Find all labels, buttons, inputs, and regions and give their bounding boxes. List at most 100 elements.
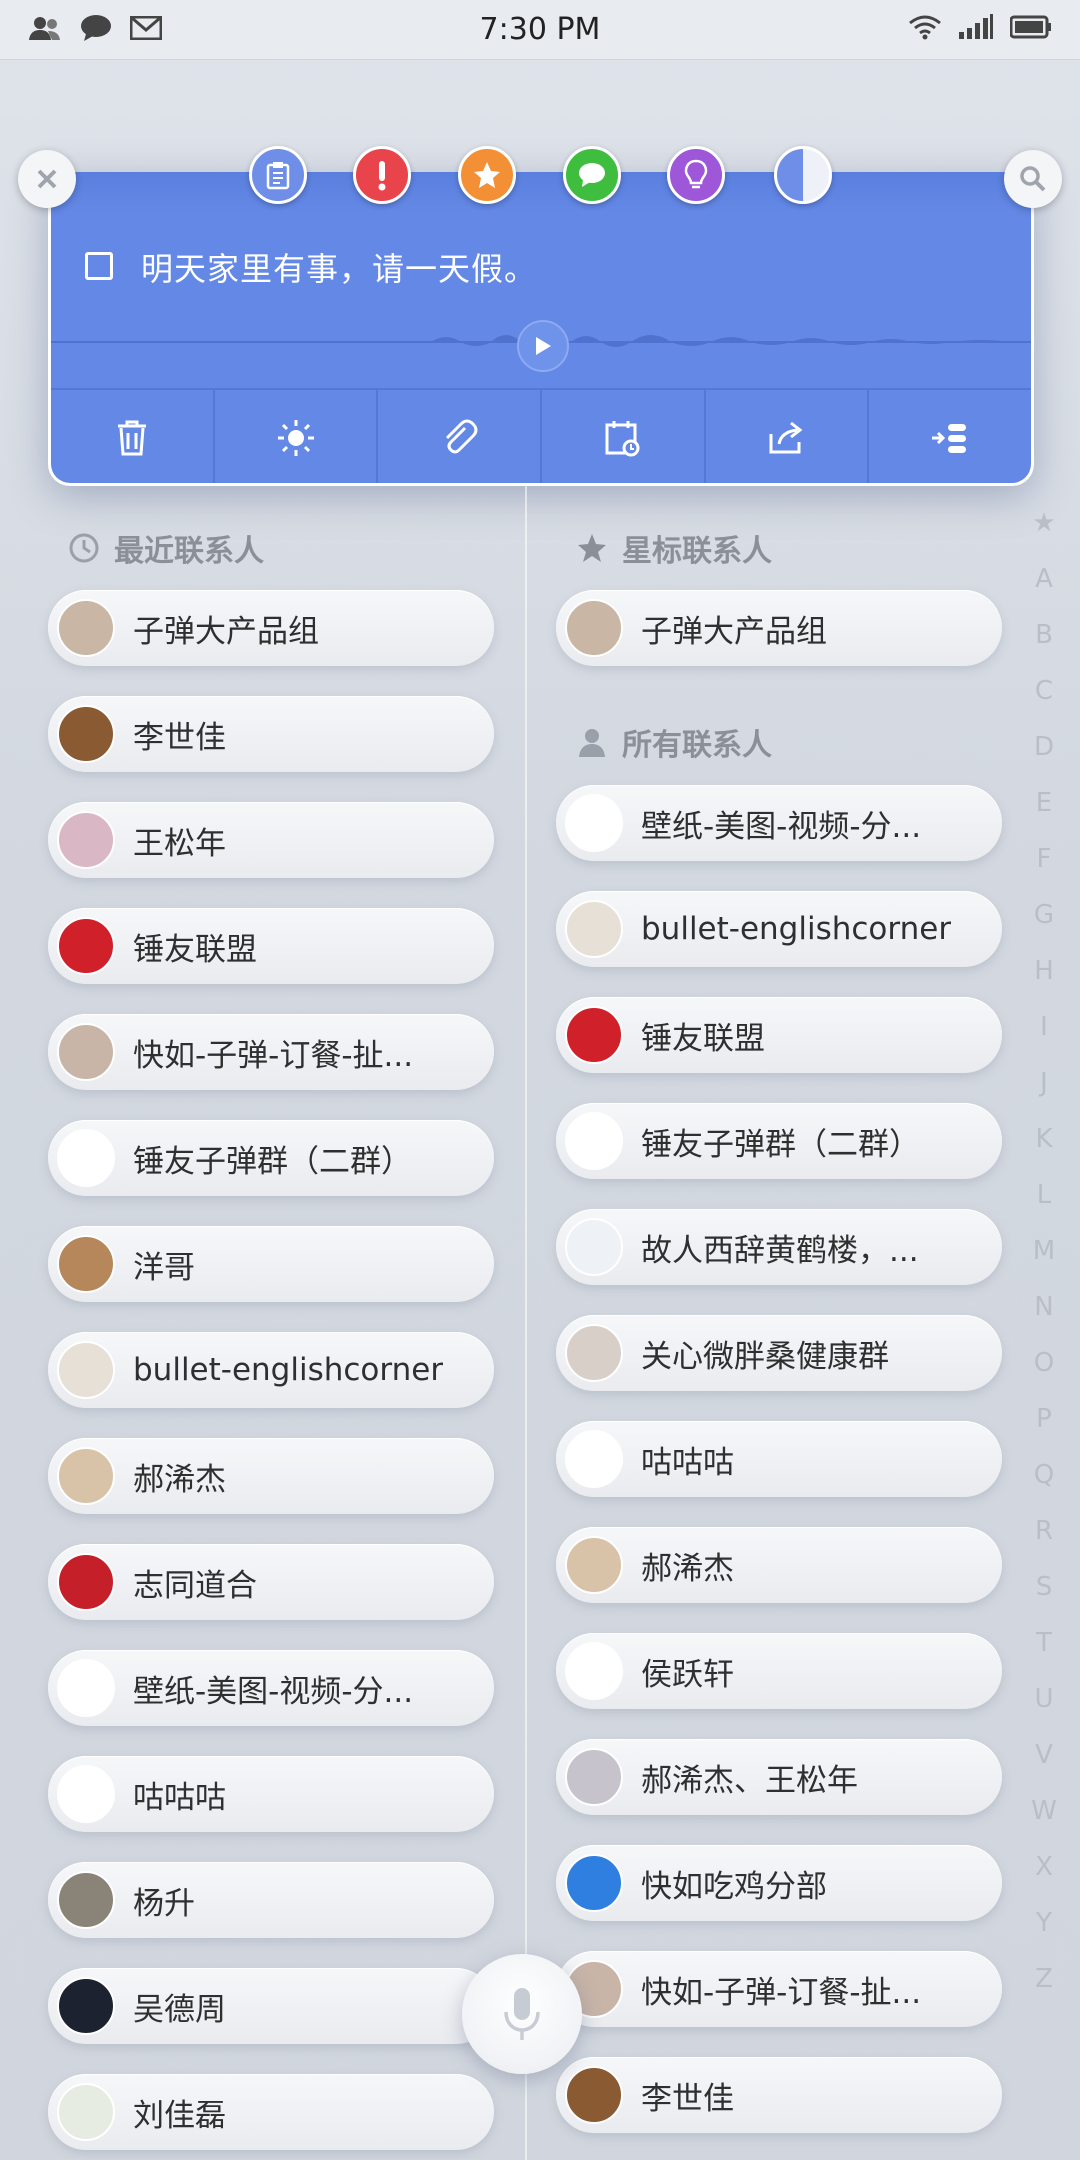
contact-item[interactable]: 快如-子弹-订餐-扯... — [556, 1951, 1002, 2027]
alphabet-letter[interactable]: G — [1024, 900, 1064, 956]
contact-name: 子弹大产品组 — [133, 613, 319, 650]
alphabet-letter[interactable]: E — [1024, 788, 1064, 844]
alphabet-letter[interactable]: V — [1024, 1740, 1064, 1796]
avatar — [565, 1112, 623, 1170]
contact-item[interactable]: bullet-englishcorner — [48, 1332, 494, 1408]
share-button[interactable] — [706, 390, 870, 483]
alphabet-letter[interactable]: R — [1024, 1516, 1064, 1572]
paperclip-icon — [446, 419, 478, 454]
battery-icon — [1009, 15, 1052, 43]
alphabet-letter[interactable]: Z — [1024, 1964, 1064, 2020]
contact-item[interactable]: 锤友子弹群（二群） — [48, 1120, 494, 1196]
contact-item[interactable]: 咕咕咕 — [48, 1756, 494, 1832]
alphabet-letter[interactable]: S — [1024, 1572, 1064, 1628]
alphabet-letter[interactable]: N — [1024, 1292, 1064, 1348]
alphabet-letter[interactable]: U — [1024, 1684, 1064, 1740]
tag-message[interactable] — [563, 146, 621, 204]
contact-item[interactable]: 咕咕咕 — [556, 1421, 1002, 1497]
contact-item[interactable]: bullet-englishcorner — [556, 891, 1002, 967]
alphabet-index[interactable]: ★ A B C D E F G H I J K L M N O P Q R S T U V W X Y Z — [1024, 508, 1064, 2020]
alphabet-letter[interactable]: L — [1024, 1180, 1064, 1236]
tag-star[interactable] — [458, 146, 516, 204]
contact-name: 洋哥 — [133, 1249, 195, 1286]
alphabet-letter[interactable]: C — [1024, 676, 1064, 732]
alphabet-letter[interactable]: D — [1024, 732, 1064, 788]
contact-item[interactable]: 王松年 — [48, 802, 494, 878]
avatar — [57, 1977, 115, 2035]
contact-item[interactable]: 关心微胖桑健康群 — [556, 1315, 1002, 1391]
starred-contacts-header: 星标联系人 — [576, 526, 772, 570]
brightness-button[interactable] — [215, 390, 379, 483]
alphabet-letter[interactable]: Q — [1024, 1460, 1064, 1516]
alphabet-letter[interactable]: F — [1024, 844, 1064, 900]
contact-item[interactable]: 杨升 — [48, 1862, 494, 1938]
search-button[interactable] — [1004, 150, 1062, 208]
contact-item[interactable]: 锤友子弹群（二群） — [556, 1103, 1002, 1179]
status-bar: 7:30 PM — [0, 0, 1080, 60]
contact-item[interactable]: 洋哥 — [48, 1226, 494, 1302]
tag-important[interactable] — [353, 146, 411, 204]
exclamation-icon — [378, 161, 386, 191]
contact-item[interactable]: 快如吃鸡分部 — [556, 1845, 1002, 1921]
close-button[interactable] — [18, 150, 76, 208]
alphabet-letter[interactable]: O — [1024, 1348, 1064, 1404]
attach-button[interactable] — [378, 390, 543, 483]
contact-item[interactable]: 壁纸-美图-视频-分... — [556, 785, 1002, 861]
alphabet-letter[interactable]: M — [1024, 1236, 1064, 1292]
avatar — [57, 1765, 115, 1823]
contact-item[interactable]: 刘佳磊 — [48, 2074, 494, 2150]
contact-name: 郝浠杰 — [641, 1550, 734, 1587]
send-to-icon — [932, 424, 967, 453]
contact-name: 锤友子弹群（二群） — [133, 1143, 412, 1180]
contact-item[interactable]: 锤友联盟 — [556, 997, 1002, 1073]
alphabet-letter[interactable]: J — [1024, 1068, 1064, 1124]
contact-item[interactable]: 壁纸-美图-视频-分... — [48, 1650, 494, 1726]
contact-item[interactable]: 志同道合 — [48, 1544, 494, 1620]
contact-item[interactable]: 子弹大产品组 — [48, 590, 494, 666]
brightness-icon — [277, 420, 314, 456]
note-text[interactable]: 明天家里有事，请一天假。 — [141, 244, 537, 290]
contact-item[interactable]: 李世佳 — [556, 2057, 1002, 2133]
contact-name: 咕咕咕 — [641, 1444, 734, 1481]
contact-item[interactable]: 李世佳 — [48, 696, 494, 772]
contact-item[interactable]: 郝浠杰 — [556, 1527, 1002, 1603]
contact-item[interactable]: 郝浠杰 — [48, 1438, 494, 1514]
contact-item[interactable]: 快如-子弹-订餐-扯... — [48, 1014, 494, 1090]
contact-item[interactable]: 子弹大产品组 — [556, 590, 1002, 666]
tag-clipboard[interactable] — [249, 146, 307, 204]
contact-name: bullet-englishcorner — [641, 911, 952, 947]
tag-idea[interactable] — [667, 146, 725, 204]
tag-half[interactable] — [774, 146, 832, 204]
alphabet-letter[interactable]: I — [1024, 1012, 1064, 1068]
alphabet-letter[interactable]: H — [1024, 956, 1064, 1012]
alphabet-letter[interactable]: W — [1024, 1796, 1064, 1852]
note-panel[interactable]: 明天家里有事，请一天假。 — [48, 172, 1034, 486]
contact-item[interactable]: 郝浠杰、王松年 — [556, 1739, 1002, 1815]
alphabet-letter[interactable]: X — [1024, 1852, 1064, 1908]
lightbulb-icon — [684, 159, 708, 189]
alphabet-letter[interactable]: A — [1024, 564, 1064, 620]
delete-button[interactable] — [51, 390, 215, 483]
play-icon — [536, 337, 551, 355]
contact-name: 杨升 — [133, 1885, 195, 1922]
alphabet-letter[interactable]: P — [1024, 1404, 1064, 1460]
contact-name: 郝浠杰、王松年 — [641, 1762, 858, 1799]
play-button[interactable] — [517, 320, 569, 372]
alphabet-letter[interactable]: Y — [1024, 1908, 1064, 1964]
alphabet-letter[interactable]: T — [1024, 1628, 1064, 1684]
send-to-button[interactable] — [869, 390, 1031, 483]
microphone-button[interactable] — [462, 1954, 582, 2074]
note-checkbox[interactable] — [85, 252, 113, 280]
avatar — [565, 1218, 623, 1276]
contact-item[interactable]: 锤友联盟 — [48, 908, 494, 984]
contact-item[interactable]: 故人西辞黄鹤楼，... — [556, 1209, 1002, 1285]
contact-item[interactable]: 侯跃轩 — [556, 1633, 1002, 1709]
avatar — [57, 1447, 115, 1505]
alphabet-letter[interactable]: B — [1024, 620, 1064, 676]
recent-contacts-header: 最近联系人 — [68, 526, 264, 570]
alphabet-letter[interactable]: ★ — [1024, 508, 1064, 564]
reminder-button[interactable] — [542, 390, 706, 483]
alphabet-letter[interactable]: K — [1024, 1124, 1064, 1180]
clock-icon — [69, 533, 99, 563]
contact-item[interactable]: 吴德周 — [48, 1968, 494, 2044]
